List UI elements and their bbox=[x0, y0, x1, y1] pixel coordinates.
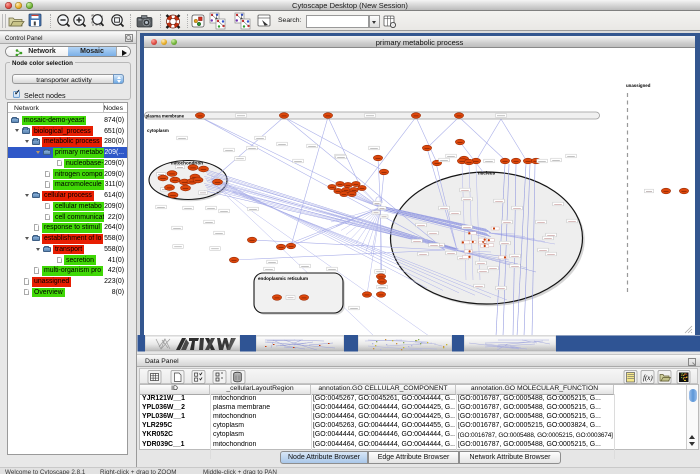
svg-text:unassigned: unassigned bbox=[626, 83, 651, 88]
svg-text:nucleus: nucleus bbox=[478, 171, 496, 176]
svg-text:f(x): f(x) bbox=[643, 374, 653, 382]
svg-text:plasma membrane: plasma membrane bbox=[146, 114, 185, 119]
svg-text:mitochondrion: mitochondrion bbox=[171, 161, 203, 166]
svg-text:endoplasmic reticulum: endoplasmic reticulum bbox=[258, 276, 308, 281]
svg-text:cytoplasm: cytoplasm bbox=[147, 128, 169, 133]
